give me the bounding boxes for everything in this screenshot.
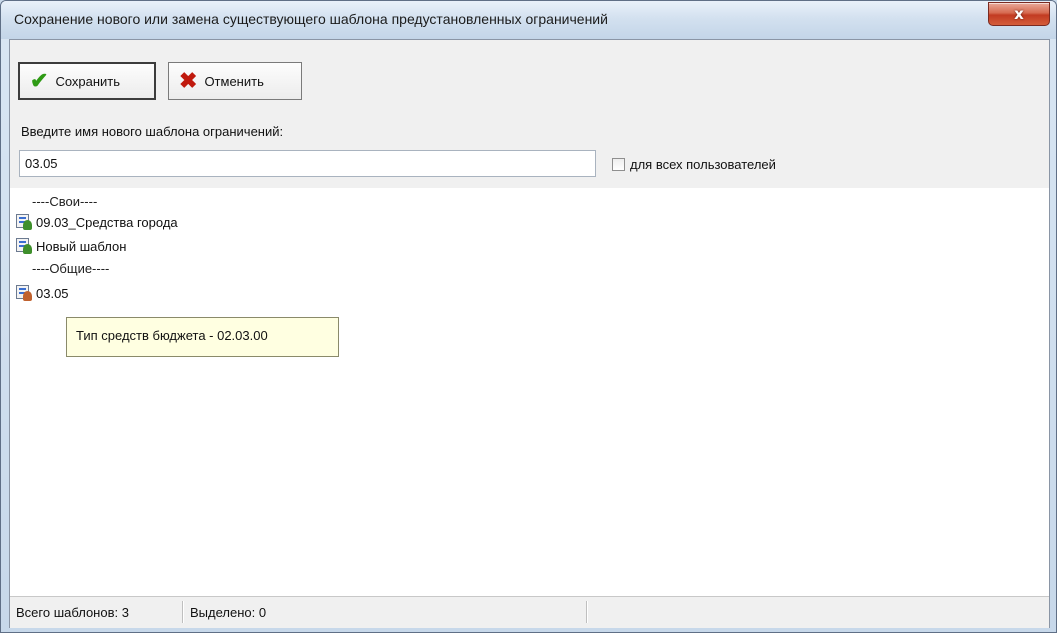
list-item[interactable]: 03.05: [16, 285, 69, 301]
close-button[interactable]: x: [988, 2, 1050, 26]
all-users-label: для всех пользователей: [630, 157, 776, 172]
template-shared-icon: [16, 285, 32, 301]
selected-count-status: Выделено: 0: [190, 605, 267, 620]
list-item[interactable]: Новый шаблон: [16, 238, 126, 254]
list-item[interactable]: 09.03_Средства города: [16, 214, 178, 230]
save-button-label: Сохранить: [55, 73, 121, 89]
template-name-form: Введите имя нового шаблона ограничений: …: [10, 106, 1049, 189]
template-list[interactable]: ----Свои---- 09.03_Средства города Новый…: [10, 188, 1049, 596]
all-users-checkbox[interactable]: для всех пользователей: [612, 157, 776, 172]
status-divider: [182, 601, 183, 623]
status-divider: [586, 601, 587, 623]
cross-icon: ✖: [179, 68, 198, 93]
dialog-window: Сохранение нового или замена существующе…: [0, 0, 1057, 633]
template-name-prompt: Введите имя нового шаблона ограничений:: [21, 124, 284, 139]
checkmark-icon: ✔: [30, 68, 49, 93]
cancel-button-label: Отменить: [204, 73, 264, 89]
close-icon: x: [1014, 5, 1024, 23]
dialog-client-area: ✔ Сохранить ✖ Отменить Введите имя новог…: [9, 39, 1050, 628]
list-item-label: Новый шаблон: [36, 238, 127, 254]
list-item-label: 09.03_Средства города: [36, 214, 178, 230]
title-bar[interactable]: Сохранение нового или замена существующе…: [1, 1, 1056, 39]
save-button[interactable]: ✔ Сохранить: [18, 62, 156, 100]
total-templates-status: Всего шаблонов: 3: [16, 605, 129, 620]
checkbox-box[interactable]: [612, 158, 625, 171]
cancel-button[interactable]: ✖ Отменить: [168, 62, 302, 100]
template-user-icon: [16, 238, 32, 254]
template-tooltip: Тип средств бюджета - 02.03.00: [66, 317, 339, 357]
window-title: Сохранение нового или замена существующе…: [14, 11, 608, 27]
toolbar: ✔ Сохранить ✖ Отменить: [10, 40, 1049, 107]
template-name-input[interactable]: [19, 150, 596, 177]
shared-group-header: ----Общие----: [32, 261, 110, 276]
status-bar: Всего шаблонов: 3 Выделено: 0: [10, 596, 1049, 628]
list-item-label: 03.05: [36, 285, 69, 301]
template-user-icon: [16, 214, 32, 230]
own-group-header: ----Свои----: [32, 194, 98, 209]
